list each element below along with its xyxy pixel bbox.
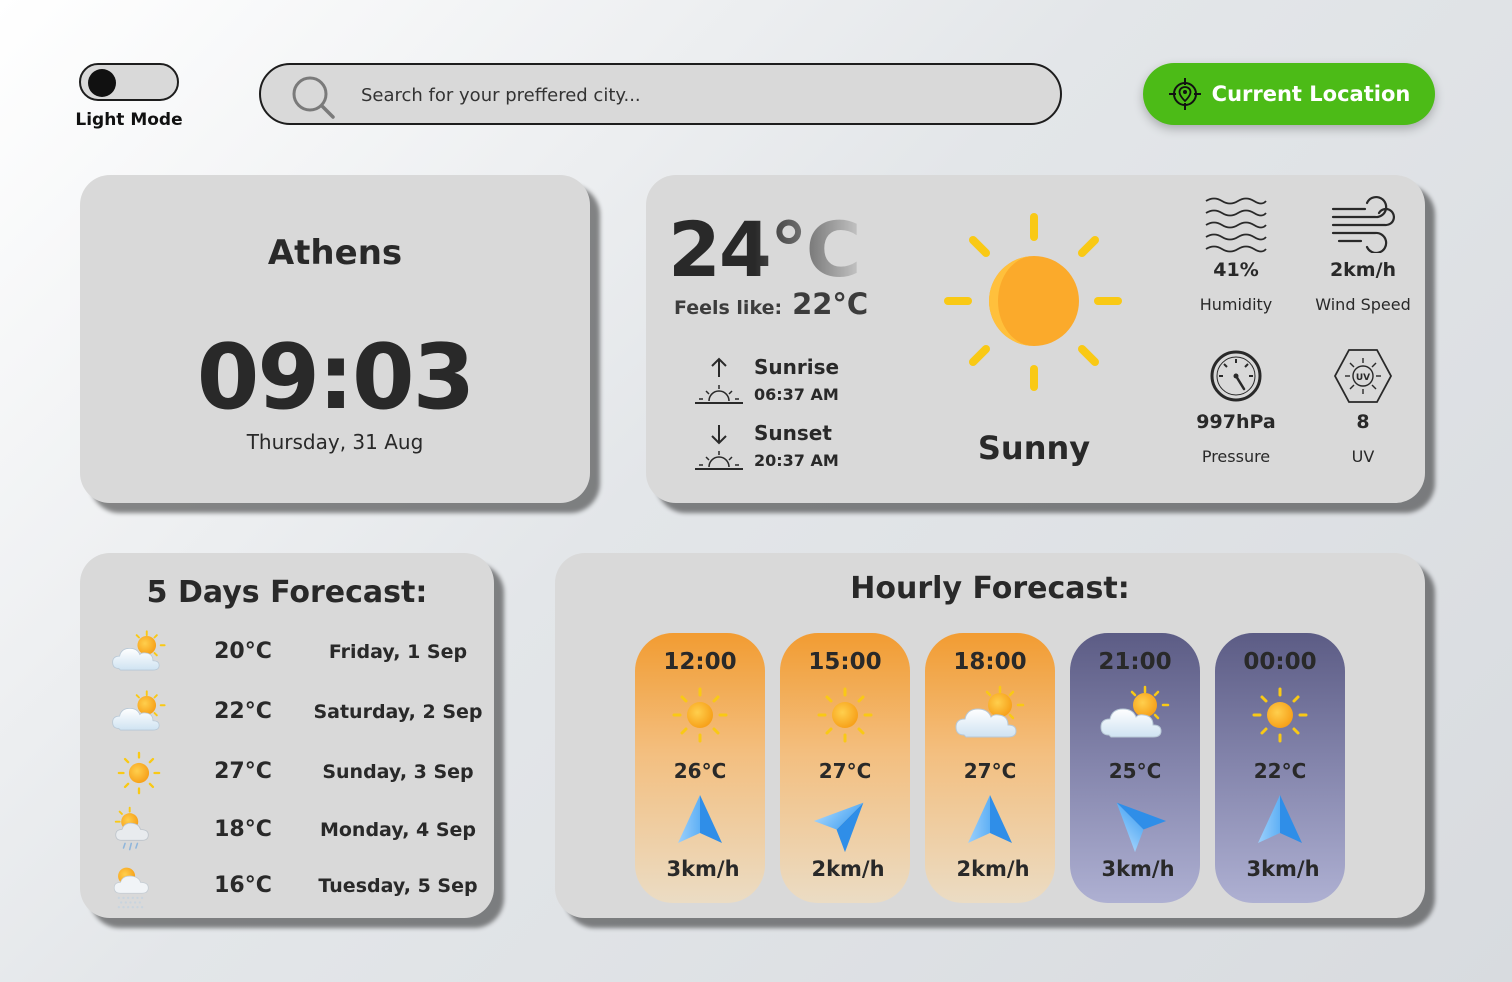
current-location-label: Current Location	[1211, 82, 1411, 106]
sun-icon	[1240, 683, 1320, 747]
pressure-label: Pressure	[1201, 447, 1271, 466]
forecast-day-date: Sunday, 3 Sep	[322, 761, 474, 783]
forecast-day-temp: 18°C	[214, 817, 272, 842]
sun-behind-clouds-icon	[108, 627, 170, 679]
humidity-stat: 41% Humidity	[1171, 195, 1301, 314]
uv-icon: UV	[1333, 349, 1393, 403]
wind-direction-arrow-icon	[964, 793, 1016, 849]
hourly-temp: 25°C	[1108, 759, 1162, 783]
uv-value: 8	[1356, 411, 1370, 433]
hourly-wind: 2km/h	[811, 857, 885, 881]
hourly-forecast-card: Hourly Forecast: 12:00 26°C 3km/h 15:00 …	[555, 553, 1425, 918]
sun-behind-clouds-icon	[1095, 683, 1175, 747]
weather-condition: Sunny	[977, 429, 1091, 467]
cloud-sun-icon	[108, 687, 170, 739]
sunset-icon	[695, 425, 743, 470]
theme-toggle-label: Light Mode	[75, 110, 183, 130]
wind-direction-arrow-icon	[1097, 783, 1173, 859]
hourly-temp: 22°C	[1253, 759, 1307, 783]
hourly-wind: 2km/h	[956, 857, 1030, 881]
wind-direction-arrow-icon	[807, 783, 883, 859]
hourly-temp: 27°C	[818, 759, 872, 783]
hourly-item: 18:00 27°C 2km/h	[925, 633, 1055, 903]
forecast-day-temp: 27°C	[214, 759, 272, 784]
theme-toggle[interactable]	[79, 63, 179, 101]
hourly-time: 18:00	[953, 649, 1027, 675]
forecast-day-row: 20°C Friday, 1 Sep	[80, 627, 494, 683]
hourly-item: 12:00 26°C 3km/h	[635, 633, 765, 903]
wind-direction-arrow-icon	[1254, 793, 1306, 849]
feels-like-value: 22°C	[792, 287, 869, 321]
hourly-wind: 3km/h	[666, 857, 740, 881]
forecast-day-row: 16°C Tuesday, 5 Sep	[80, 861, 494, 917]
sun-icon	[108, 747, 170, 799]
forecast-day-row: 27°C Sunday, 3 Sep	[80, 747, 494, 803]
hourly-temp: 26°C	[673, 759, 727, 783]
current-date: Thursday, 31 Aug	[246, 430, 424, 454]
humidity-waves-icon	[1205, 197, 1267, 253]
search-bar[interactable]	[259, 63, 1062, 125]
forecast-day-temp: 22°C	[214, 699, 272, 724]
hourly-time: 21:00	[1098, 649, 1172, 675]
forecast-day-date: Tuesday, 5 Sep	[318, 875, 478, 897]
humidity-value: 41%	[1213, 259, 1259, 281]
sunset-label: Sunset	[754, 421, 832, 445]
uv-stat: UV 8 UV	[1298, 347, 1428, 466]
sun-cloud-rain-icon	[108, 805, 170, 857]
feels-like-label: Feels like:	[674, 297, 783, 319]
sunset-time: 20:37 AM	[754, 451, 839, 470]
sunrise-label: Sunrise	[754, 355, 840, 379]
pressure-value: 997hPa	[1196, 411, 1276, 433]
pressure-stat: 997hPa Pressure	[1171, 347, 1301, 466]
forecast-day-date: Saturday, 2 Sep	[313, 701, 483, 723]
five-day-title: 5 Days Forecast:	[146, 575, 428, 610]
sunset-row: Sunset 20:37 AM	[694, 421, 954, 481]
svg-text:UV: UV	[1356, 373, 1370, 383]
search-icon	[292, 76, 335, 119]
forecast-day-date: Friday, 1 Sep	[328, 641, 468, 663]
forecast-day-date: Monday, 4 Sep	[319, 819, 477, 841]
forecast-day-row: 22°C Saturday, 2 Sep	[80, 687, 494, 743]
sun-icon	[805, 683, 885, 747]
wind-icon	[1331, 196, 1395, 253]
hourly-time: 12:00	[663, 649, 737, 675]
sun-cloud-snow-icon	[108, 861, 170, 913]
hourly-item: 00:00 22°C 3km/h	[1215, 633, 1345, 903]
current-temperature: 24°C	[668, 205, 862, 294]
hourly-item: 21:00 25°C 3km/h	[1070, 633, 1200, 903]
hourly-time: 15:00	[808, 649, 882, 675]
clock-time: 09:03	[196, 325, 475, 430]
forecast-day-temp: 20°C	[214, 639, 272, 664]
sunrise-icon	[695, 357, 743, 404]
sun-icon	[944, 213, 1122, 391]
forecast-day-row: 18°C Monday, 4 Sep	[80, 805, 494, 861]
wind-label: Wind Speed	[1315, 295, 1411, 314]
wind-stat: 2km/h Wind Speed	[1298, 195, 1428, 314]
hourly-title: Hourly Forecast:	[850, 571, 1130, 606]
current-location-button[interactable]: Current Location	[1143, 63, 1435, 125]
uv-label: UV	[1351, 447, 1375, 466]
wind-value: 2km/h	[1329, 259, 1397, 281]
pressure-gauge-icon	[1210, 350, 1262, 402]
sun-icon	[660, 683, 740, 747]
five-day-forecast-card: 5 Days Forecast: 20°C Friday, 1 Sep 22°C…	[80, 553, 494, 918]
hourly-time: 00:00	[1243, 649, 1317, 675]
sun-behind-clouds-icon	[950, 683, 1030, 747]
hourly-temp: 27°C	[963, 759, 1017, 783]
current-weather-card: 24°C Feels like: 22°C Sunrise 06:37 AM S…	[646, 175, 1425, 503]
location-target-icon	[1168, 78, 1201, 110]
hourly-wind: 3km/h	[1246, 857, 1320, 881]
sunrise-row: Sunrise 06:37 AM	[694, 355, 954, 415]
toggle-knob	[88, 69, 116, 97]
hourly-item: 15:00 27°C 2km/h	[780, 633, 910, 903]
feels-like: Feels like: 22°C	[674, 287, 868, 321]
forecast-day-temp: 16°C	[214, 873, 272, 898]
sunrise-time: 06:37 AM	[754, 385, 839, 404]
city-name: Athens	[267, 233, 403, 273]
city-time-card: Athens 09:03 Thursday, 31 Aug	[80, 175, 590, 503]
hourly-wind: 3km/h	[1101, 857, 1175, 881]
search-input[interactable]	[361, 79, 1021, 111]
humidity-label: Humidity	[1199, 295, 1273, 314]
wind-direction-arrow-icon	[674, 793, 726, 849]
